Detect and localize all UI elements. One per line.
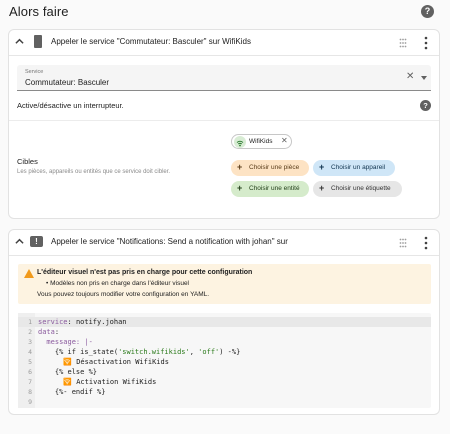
- help-icon[interactable]: ?: [420, 100, 431, 111]
- wifi-icon: [234, 136, 246, 148]
- plus-icon: +: [319, 183, 325, 193]
- choose-area-label: Choisir une pièce: [249, 164, 300, 171]
- service-select[interactable]: Service Commutateur: Basculer ✕: [17, 65, 431, 91]
- warning-alert: L'éditeur visuel n'est pas pris en charg…: [18, 264, 431, 304]
- more-vertical-icon[interactable]: [424, 236, 428, 250]
- plus-icon: +: [237, 183, 243, 193]
- choose-entity-label: Choisir une entité: [249, 185, 300, 192]
- service-select-label: Service: [25, 69, 44, 75]
- action-card-header[interactable]: Appeler le service "Commutateur: Bascule…: [9, 30, 439, 56]
- code-line: 5 🛜 Désactivation WifiKids: [28, 358, 169, 366]
- warning-text: Vous pouvez toujours modifier votre conf…: [37, 291, 210, 298]
- entity-chip-label: WifiKids: [249, 138, 273, 145]
- action-card-notify: ! Appeler le service "Notifications: Sen…: [8, 229, 440, 415]
- choose-device-label: Choisir un appareil: [331, 164, 386, 171]
- plus-icon: +: [237, 162, 243, 172]
- choose-area-button[interactable]: + Choisir une pièce: [231, 160, 309, 176]
- service-description: Active/désactive un interrupteur.: [17, 101, 124, 110]
- code-line: 8 {%- endif %}: [28, 388, 106, 396]
- dropdown-arrow-icon[interactable]: [421, 76, 427, 80]
- divider: [9, 120, 439, 121]
- action-title: Appeler le service "Notifications: Send …: [51, 237, 288, 246]
- code-line: 6 {% else %}: [28, 368, 98, 376]
- entity-chip[interactable]: WifiKids ✕: [231, 134, 292, 149]
- choose-entity-button[interactable]: + Choisir une entité: [231, 181, 309, 197]
- code-line: 3 message: |-: [28, 338, 93, 346]
- yaml-editor[interactable]: 1 service: notify.johan 2 data: 3 messag…: [18, 313, 431, 408]
- choose-label-label: Choisir une étiquette: [331, 185, 391, 192]
- code-line: 4 {% if is_state('switch.wifikids', 'off…: [28, 348, 241, 356]
- warning-bullet-text: Modèles non pris en charge dans l'éditeu…: [50, 280, 189, 287]
- page-title: Alors faire: [9, 4, 69, 19]
- code-line: 1 service: notify.johan: [18, 317, 431, 327]
- drag-handle-icon[interactable]: [399, 38, 407, 48]
- targets-subtitle: Les pièces, appareils ou entités que ce …: [17, 169, 171, 175]
- code-line: 7 🛜 Activation WifiKids: [28, 378, 157, 386]
- code-line: 2 data:: [28, 328, 60, 336]
- action-card-switch: Appeler le service "Commutateur: Bascule…: [8, 29, 440, 219]
- code-line: 9: [28, 398, 32, 406]
- message-alert-icon: !: [30, 236, 43, 247]
- warning-bullet: • Modèles non pris en charge dans l'édit…: [46, 280, 189, 287]
- chevron-up-icon[interactable]: [15, 237, 24, 246]
- alert-triangle-icon: [24, 269, 34, 278]
- chevron-up-icon[interactable]: [15, 37, 24, 46]
- warning-title: L'éditeur visuel n'est pas pris en charg…: [37, 269, 253, 276]
- choose-device-button[interactable]: + Choisir un appareil: [313, 160, 395, 176]
- action-card-header[interactable]: ! Appeler le service "Notifications: Sen…: [9, 230, 439, 256]
- service-select-value: Commutateur: Basculer: [25, 78, 110, 87]
- help-icon[interactable]: ?: [421, 5, 434, 18]
- choose-label-button[interactable]: + Choisir une étiquette: [313, 181, 402, 197]
- switch-icon: [34, 35, 42, 48]
- close-icon[interactable]: ✕: [281, 136, 288, 145]
- drag-handle-icon[interactable]: [399, 238, 407, 248]
- more-vertical-icon[interactable]: [424, 36, 428, 50]
- targets-title: Cibles: [17, 157, 38, 166]
- action-title: Appeler le service "Commutateur: Bascule…: [51, 37, 251, 46]
- plus-icon: +: [319, 162, 325, 172]
- close-icon[interactable]: ✕: [406, 72, 414, 82]
